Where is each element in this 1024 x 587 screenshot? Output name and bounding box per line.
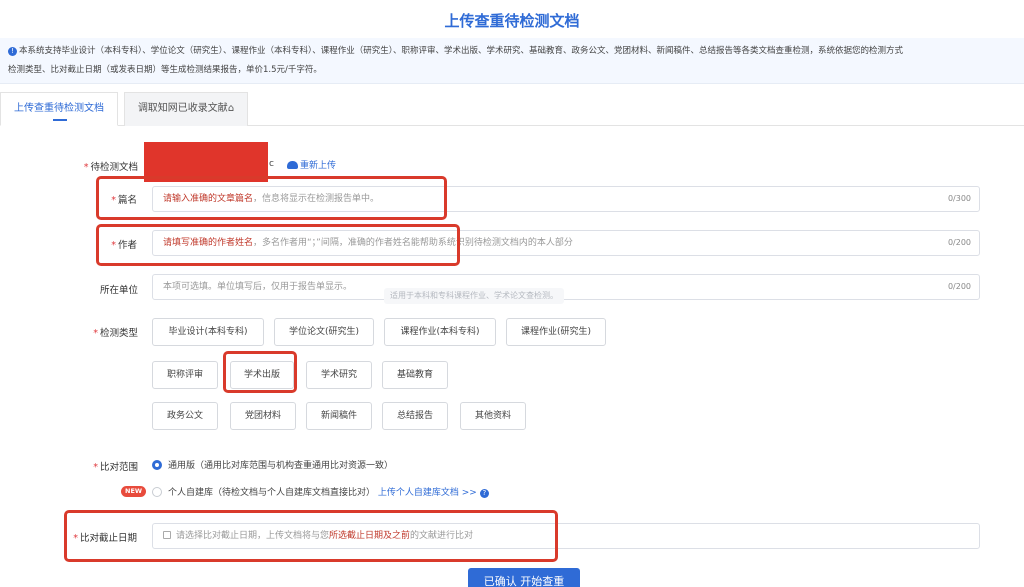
- range-radio-personal[interactable]: [152, 487, 162, 497]
- type-chip-party-materials[interactable]: 党团材料: [230, 402, 296, 430]
- page-title: 上传查重待检测文档: [444, 12, 580, 30]
- type-chip-news-drafts[interactable]: 新闻稿件: [306, 402, 372, 430]
- new-badge: NEW: [121, 486, 147, 497]
- unit-input[interactable]: 本项可选填。单位填写后，仅用于报告单显示。 0/200: [152, 274, 980, 300]
- tab-upload-document-label: 上传查重待检测文档: [14, 103, 104, 114]
- type-chip-graduation-design[interactable]: 毕业设计(本科专科): [152, 318, 264, 346]
- type-label: * 检测类型: [93, 328, 138, 339]
- range-option-general: 通用版（通用比对库范围与机构查重通用比对资源一致）: [168, 461, 394, 471]
- reupload-link[interactable]: 重新上传: [287, 158, 336, 171]
- filename-suffix: c: [269, 159, 274, 169]
- upload-personal-library-link[interactable]: 上传个人自建库文档 >>: [378, 488, 477, 498]
- type-chip-coursework-grad[interactable]: 课程作业(研究生): [506, 318, 606, 346]
- unit-tooltip: 适用于本科和专科课程作业、学术论文查检测。: [384, 288, 564, 304]
- tab-cnki-literature[interactable]: 调取知网已收录文献⌂: [124, 92, 248, 126]
- tab-upload-document[interactable]: 上传查重待检测文档: [0, 92, 118, 126]
- range-label: * 比对范围: [93, 462, 138, 473]
- range-option-personal: 个人自建库（待检文档与个人自建库文档直接比对） 上传个人自建库文档 >>?: [168, 485, 489, 498]
- type-chip-summary-reports[interactable]: 总结报告: [382, 402, 448, 430]
- type-chip-other-materials[interactable]: 其他资料: [460, 402, 526, 430]
- submit-button[interactable]: 已确认 开始查重: [468, 568, 580, 587]
- notice-banner: ! 本系统支持毕业设计（本科专科）、学位论文（研究生）、课程作业（本科专科）、课程…: [0, 38, 1024, 84]
- tab-cnki-literature-label: 调取知网已收录文献: [137, 103, 228, 114]
- author-char-counter: 0/200: [947, 238, 971, 247]
- help-icon[interactable]: ?: [479, 489, 489, 498]
- notice-line-2: 检测类型、比对截止日期（或发表日期）等生成检测结果报告，单价1.5元/千字符。: [8, 65, 322, 75]
- cloud-upload-icon: [287, 161, 298, 169]
- unit-char-counter: 0/200: [947, 282, 971, 291]
- type-chip-coursework-undergrad[interactable]: 课程作业(本科专科): [384, 318, 496, 346]
- type-chip-basic-education[interactable]: 基础教育: [382, 361, 448, 389]
- highlight-box-deadline: [64, 510, 558, 562]
- title-char-counter: 0/300: [947, 194, 971, 203]
- notice-line-1: 本系统支持毕业设计（本科专科）、学位论文（研究生）、课程作业（本科专科）、课程作…: [19, 46, 904, 56]
- tab-active-indicator: [53, 119, 67, 121]
- upload-page: 上传查重待检测文档 ! 本系统支持毕业设计（本科专科）、学位论文（研究生）、课程作…: [0, 0, 1024, 587]
- tab-bar: 上传查重待检测文档 调取知网已收录文献⌂: [0, 92, 1024, 126]
- type-chip-title-review[interactable]: 职称评审: [152, 361, 218, 389]
- highlight-box-type: [223, 351, 297, 393]
- highlight-box-author: [96, 224, 460, 266]
- document-label: * 待检测文档: [83, 162, 138, 173]
- highlight-box-title: [96, 176, 447, 220]
- range-radio-general[interactable]: [152, 460, 162, 470]
- type-chip-thesis[interactable]: 学位论文(研究生): [274, 318, 374, 346]
- unit-label: 所在单位: [99, 285, 138, 296]
- refresh-icon: ⌂: [227, 103, 235, 114]
- type-chip-academic-research[interactable]: 学术研究: [306, 361, 372, 389]
- required-mark: *: [83, 162, 89, 173]
- type-chip-government-docs[interactable]: 政务公文: [152, 402, 218, 430]
- info-icon: !: [8, 47, 17, 56]
